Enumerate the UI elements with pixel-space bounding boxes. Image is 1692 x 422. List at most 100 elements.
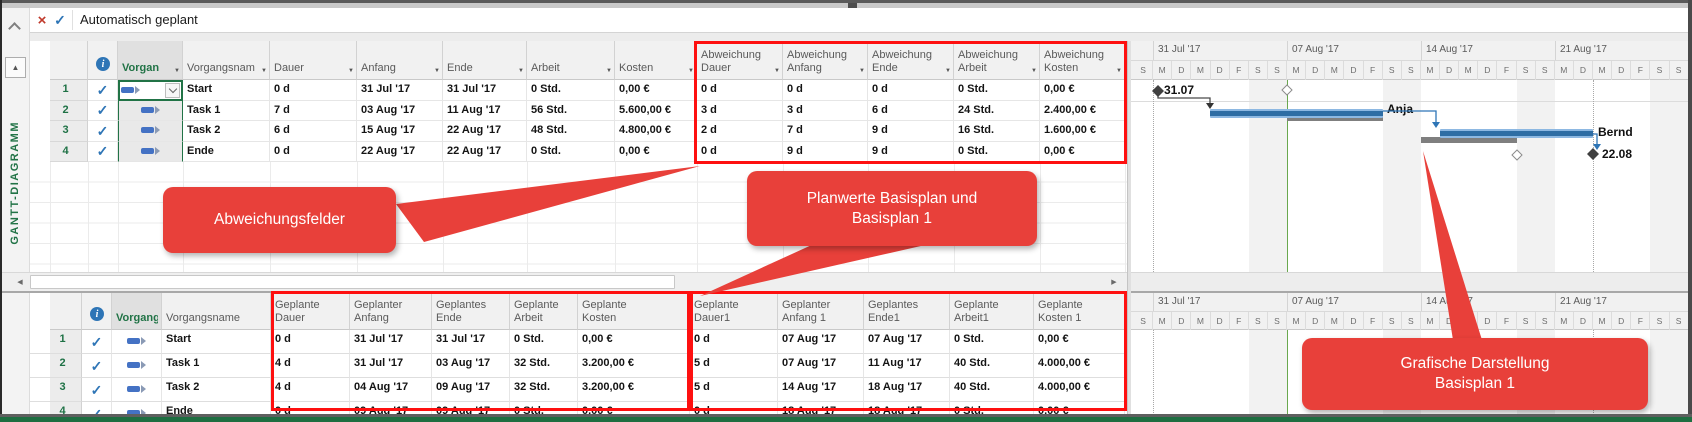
abweichung-arbeit-cell[interactable]: 0 Std. xyxy=(954,142,1040,163)
column-header-abweichung-arbeit[interactable]: AbweichungArbeit▼ xyxy=(954,41,1040,80)
anfang-cell[interactable]: 31 Jul '17 xyxy=(357,80,443,101)
scroll-up-button[interactable]: ▲ xyxy=(5,57,26,78)
geplante-kosten1-cell[interactable]: 0,00 € xyxy=(1034,330,1125,354)
task-bar-task2[interactable] xyxy=(1440,129,1593,138)
column-header-geplante-dauer[interactable]: GeplanteDauer xyxy=(271,293,350,330)
geplantes-ende1-cell[interactable]: 11 Aug '17 xyxy=(864,354,950,378)
column-header-geplanter-anfang[interactable]: GeplanterAnfang xyxy=(350,293,432,330)
geplanter-anfang1-cell[interactable]: 07 Aug '17 xyxy=(778,330,864,354)
abweichung-anfang-cell[interactable]: 9 d xyxy=(783,142,868,163)
column-header-arbeit[interactable]: Arbeit▼ xyxy=(527,41,615,80)
column-header-abweichung-dauer[interactable]: AbweichungDauer▼ xyxy=(697,41,783,80)
abweichung-dauer-cell[interactable]: 3 d xyxy=(697,101,783,122)
kosten-cell[interactable]: 5.600,00 € xyxy=(615,101,697,122)
column-header-abweichung-ende[interactable]: AbweichungEnde▼ xyxy=(868,41,954,80)
abweichung-anfang-cell[interactable]: 3 d xyxy=(783,101,868,122)
row-number[interactable]: 3 xyxy=(50,121,88,142)
task-bar-task1[interactable] xyxy=(1210,109,1383,118)
column-header-geplantes-ende[interactable]: GeplantesEnde xyxy=(432,293,510,330)
task-mode-cell[interactable] xyxy=(118,80,183,101)
anfang-cell[interactable]: 15 Aug '17 xyxy=(357,121,443,142)
column-header-geplante-dauer1[interactable]: GeplanteDauer1 xyxy=(690,293,778,330)
dauer-cell[interactable]: 7 d xyxy=(270,101,357,122)
task-name-cell[interactable]: Ende xyxy=(183,142,270,163)
filter-arrow-icon[interactable]: ▼ xyxy=(434,68,440,74)
horizontal-scrollbar[interactable]: ◀ ▶ xyxy=(2,272,1127,291)
task-name-cell[interactable]: Task 2 xyxy=(162,378,271,402)
abweichung-ende-cell[interactable]: 9 d xyxy=(868,142,954,163)
abweichung-kosten-cell[interactable]: 1.600,00 € xyxy=(1040,121,1125,142)
row-info-cell[interactable]: ✓ xyxy=(88,101,118,122)
abweichung-arbeit-cell[interactable]: 24 Std. xyxy=(954,101,1040,122)
column-header-abweichung-anfang[interactable]: AbweichungAnfang▼ xyxy=(783,41,868,80)
abweichung-arbeit-cell[interactable]: 16 Std. xyxy=(954,121,1040,142)
task-mode-cell[interactable] xyxy=(118,121,183,142)
geplante-kosten-cell[interactable]: 3.200,00 € xyxy=(578,378,690,402)
dauer-cell[interactable]: 0 d xyxy=(270,142,357,163)
abweichung-ende-cell[interactable]: 9 d xyxy=(868,121,954,142)
row-number[interactable]: 1 xyxy=(50,80,88,101)
filter-arrow-icon[interactable]: ▼ xyxy=(859,68,865,74)
task-mode-cell[interactable] xyxy=(118,101,183,122)
column-header-geplante-arbeit1[interactable]: GeplanteArbeit1 xyxy=(950,293,1034,330)
scrollbar-thumb[interactable] xyxy=(30,275,675,289)
geplante-arbeit1-cell[interactable]: 40 Std. xyxy=(950,354,1034,378)
geplanter-anfang-cell[interactable]: 04 Aug '17 xyxy=(350,378,432,402)
geplante-arbeit1-cell[interactable]: 0 Std. xyxy=(950,330,1034,354)
column-header-anfang[interactable]: Anfang▼ xyxy=(357,41,443,80)
geplanter-anfang1-cell[interactable]: 07 Aug '17 xyxy=(778,354,864,378)
abweichung-anfang-cell[interactable]: 0 d xyxy=(783,80,868,101)
anfang-cell[interactable]: 22 Aug '17 xyxy=(357,142,443,163)
geplante-arbeit-cell[interactable]: 0 Std. xyxy=(510,330,578,354)
column-header-kosten[interactable]: Kosten▼ xyxy=(615,41,697,80)
filter-arrow-icon[interactable]: ▼ xyxy=(945,68,951,74)
row-number[interactable]: 4 xyxy=(50,142,88,163)
geplantes-ende-cell[interactable]: 03 Aug '17 xyxy=(432,354,510,378)
geplantes-ende1-cell[interactable]: 07 Aug '17 xyxy=(864,330,950,354)
abweichung-kosten-cell[interactable]: 2.400,00 € xyxy=(1040,101,1125,122)
column-header-vorgangsart[interactable]: Vorgan▼ xyxy=(118,41,183,80)
row-number[interactable]: 3 xyxy=(50,378,82,402)
cancel-entry-button[interactable]: × xyxy=(34,11,50,29)
geplante-arbeit-cell[interactable]: 32 Std. xyxy=(510,378,578,402)
column-header-vorgangsname[interactable]: Vorgangsname xyxy=(162,293,271,330)
task-mode-cell[interactable] xyxy=(112,378,162,402)
scroll-right-button[interactable]: ▶ xyxy=(1106,275,1122,289)
geplantes-ende-cell[interactable]: 31 Jul '17 xyxy=(432,330,510,354)
dauer-cell[interactable]: 0 d xyxy=(270,80,357,101)
geplante-dauer1-cell[interactable]: 0 d xyxy=(690,330,778,354)
filter-arrow-icon[interactable]: ▼ xyxy=(348,68,354,74)
task-mode-cell[interactable] xyxy=(112,354,162,378)
geplante-kosten-cell[interactable]: 3.200,00 € xyxy=(578,354,690,378)
task-name-cell[interactable]: Start xyxy=(162,330,271,354)
geplante-arbeit1-cell[interactable]: 40 Std. xyxy=(950,378,1034,402)
geplanter-anfang-cell[interactable]: 31 Jul '17 xyxy=(350,330,432,354)
filter-arrow-icon[interactable]: ▼ xyxy=(261,68,267,74)
abweichung-dauer-cell[interactable]: 0 d xyxy=(697,80,783,101)
task-name-cell[interactable]: Task 2 xyxy=(183,121,270,142)
abweichung-kosten-cell[interactable]: 0,00 € xyxy=(1040,80,1125,101)
task-mode-cell[interactable] xyxy=(118,142,183,163)
abweichung-ende-cell[interactable]: 6 d xyxy=(868,101,954,122)
arbeit-cell[interactable]: 48 Std. xyxy=(527,121,615,142)
row-info-cell[interactable]: ✓ xyxy=(82,330,112,354)
task-name-cell[interactable]: Task 1 xyxy=(183,101,270,122)
task-name-cell[interactable]: Start xyxy=(183,80,270,101)
collapse-chevron-icon[interactable] xyxy=(8,22,21,35)
anfang-cell[interactable]: 03 Aug '17 xyxy=(357,101,443,122)
filter-arrow-icon[interactable]: ▼ xyxy=(1116,68,1122,74)
geplante-kosten1-cell[interactable]: 4.000,00 € xyxy=(1034,378,1125,402)
geplante-dauer-cell[interactable]: 0 d xyxy=(271,330,350,354)
column-header-geplante-kosten[interactable]: GeplanteKosten xyxy=(578,293,690,330)
info-column-header[interactable]: i xyxy=(88,41,118,80)
row-info-cell[interactable]: ✓ xyxy=(88,142,118,163)
entry-bar-value[interactable]: Automatisch geplant xyxy=(80,12,198,27)
filter-arrow-icon[interactable]: ▼ xyxy=(174,68,180,74)
column-header-geplantes-ende1[interactable]: GeplantesEnde1 xyxy=(864,293,950,330)
geplante-arbeit-cell[interactable]: 32 Std. xyxy=(510,354,578,378)
ende-cell[interactable]: 22 Aug '17 xyxy=(443,121,527,142)
dropdown-button[interactable] xyxy=(165,83,180,98)
column-header-vorgangsart[interactable]: Vorgangs xyxy=(112,293,162,330)
row-number[interactable]: 2 xyxy=(50,354,82,378)
arbeit-cell[interactable]: 0 Std. xyxy=(527,142,615,163)
